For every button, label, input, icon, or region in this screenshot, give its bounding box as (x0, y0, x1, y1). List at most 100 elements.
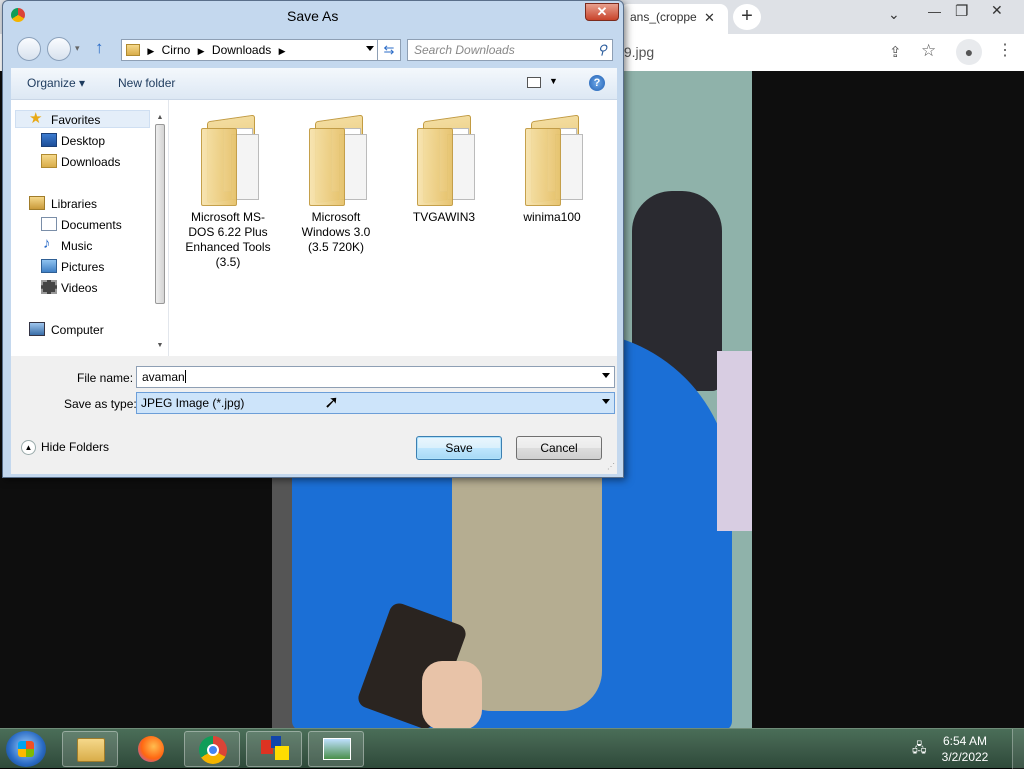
documents-icon (41, 217, 57, 231)
clock-date: 3/2/2022 (941, 750, 989, 764)
minimize-button[interactable]: — (928, 4, 941, 19)
view-icon[interactable] (527, 77, 541, 88)
scroll-down-icon[interactable]: ▼ (153, 342, 167, 352)
chevron-up-icon: ▲ (21, 440, 36, 456)
explorer-taskbar-button[interactable] (62, 731, 118, 767)
chevron-down-icon[interactable] (602, 373, 610, 378)
computer-icon (29, 322, 45, 336)
chevron-down-icon[interactable]: ⌄ (888, 6, 900, 23)
profile-icon[interactable]: ● (956, 39, 982, 65)
nav-label: Libraries (51, 197, 98, 211)
resize-grip-icon[interactable]: ⋰ (607, 462, 615, 471)
save-type-select[interactable]: JPEG Image (*.jpg) (136, 392, 615, 414)
folder-label: Microsoft Windows 3.0 (3.5 720K) (301, 210, 371, 254)
folder-icon (525, 110, 587, 206)
folder-label: Microsoft MS-DOS 6.22 Plus Enhanced Tool… (185, 210, 271, 269)
folder-item[interactable]: winima100 (507, 106, 597, 266)
chevron-down-icon[interactable]: ▾ (75, 43, 80, 54)
app-taskbar-button[interactable] (246, 731, 302, 767)
music-icon: ♪ (43, 235, 51, 252)
folder-label: TVGAWIN3 (412, 210, 476, 224)
menu-dots-icon[interactable]: ⋮ (997, 40, 1013, 60)
firefox-taskbar-button[interactable] (124, 731, 180, 767)
folder-icon (126, 44, 140, 56)
dialog-footer: File name: avaman Save as type: JPEG Ima… (11, 356, 617, 474)
dialog-body: ★ Favorites Desktop Downloads Libraries … (11, 100, 617, 356)
nav-label: Desktop (61, 134, 106, 148)
pictures-icon (41, 259, 57, 273)
help-icon[interactable]: ? (589, 75, 605, 91)
nav-label: Favorites (51, 113, 101, 127)
folder-icon (201, 110, 263, 206)
file-list: Microsoft MS-DOS 6.22 Plus Enhanced Tool… (171, 100, 617, 356)
cancel-button[interactable]: Cancel (516, 436, 602, 460)
taskbar: 🖧 6:54 AM 3/2/2022 (0, 728, 1024, 769)
nav-label: Music (61, 239, 93, 253)
chevron-down-icon[interactable] (366, 46, 374, 51)
firefox-icon (138, 736, 164, 762)
image-viewer-taskbar-button[interactable] (308, 731, 364, 767)
new-folder-button[interactable]: New folder (118, 76, 175, 90)
breadcrumb-item[interactable]: Downloads (212, 43, 271, 57)
nav-label: Downloads (61, 155, 121, 169)
folder-label: winima100 (523, 210, 581, 224)
mouse-cursor-icon: ➚ (324, 392, 340, 412)
explorer-icon (77, 738, 105, 762)
file-name-input[interactable]: avaman (136, 366, 615, 388)
dialog-title: Save As (287, 8, 339, 24)
nav-label: Videos (61, 281, 98, 295)
chrome-taskbar-button[interactable] (184, 731, 240, 767)
back-button[interactable] (17, 37, 41, 61)
folder-item[interactable]: Microsoft MS-DOS 6.22 Plus Enhanced Tool… (183, 106, 273, 269)
tab-label: ans_(croppe (630, 10, 697, 24)
navigation-pane: ★ Favorites Desktop Downloads Libraries … (11, 100, 169, 356)
breadcrumb-item[interactable]: Cirno (162, 43, 191, 57)
close-button[interactable]: ✕ (585, 3, 619, 21)
save-type-value: JPEG Image (*.jpg) (141, 396, 245, 410)
search-icon[interactable]: ⚲ (597, 42, 607, 58)
hide-folders-label: Hide Folders (41, 440, 110, 454)
nav-label: Documents (61, 218, 122, 232)
star-icon: ★ (29, 110, 43, 127)
search-input[interactable]: Search Downloads ⚲ (407, 39, 613, 61)
chevron-down-icon[interactable]: ▼ (549, 76, 558, 86)
scrollbar[interactable]: ▲ ▼ (153, 114, 167, 352)
libraries-icon (29, 196, 45, 210)
search-placeholder: Search Downloads (414, 43, 515, 57)
chevron-down-icon[interactable] (602, 399, 610, 404)
save-button[interactable]: Save (416, 436, 502, 460)
new-tab-button[interactable]: + (733, 4, 761, 30)
folder-icon (309, 110, 371, 206)
file-name-label: File name: (77, 371, 134, 385)
hide-folders-button[interactable]: ▲ Hide Folders (21, 440, 110, 456)
nav-label: Pictures (61, 260, 105, 274)
folder-item[interactable]: Microsoft Windows 3.0 (3.5 720K) (291, 106, 381, 266)
downloads-folder-icon (41, 154, 57, 168)
scrollbar-thumb[interactable] (155, 124, 165, 304)
navigation-bar: ▾ ↑ ▶ Cirno ▶ Downloads ▶ ⇆ Search Downl… (11, 35, 617, 65)
show-desktop-button[interactable] (1012, 729, 1024, 769)
forward-button[interactable] (47, 37, 71, 61)
clock-time: 6:54 AM (942, 734, 988, 748)
up-arrow-icon[interactable]: ↑ (95, 38, 104, 58)
share-icon[interactable]: ⇪ (889, 43, 902, 61)
organize-button[interactable]: Organize ▾ (27, 76, 85, 90)
refresh-button[interactable]: ⇆ (377, 39, 401, 61)
start-button[interactable] (6, 731, 46, 767)
window-close-button[interactable]: ✕ (991, 2, 1003, 19)
file-name-value: avaman (142, 370, 185, 384)
bookmark-star-icon[interactable]: ☆ (921, 41, 936, 61)
network-icon[interactable]: 🖧 (912, 739, 930, 755)
refresh-icon: ⇆ (383, 42, 395, 57)
folder-icon (417, 110, 479, 206)
nav-label: Computer (51, 323, 104, 337)
command-bar: Organize ▾ New folder ▼ ? (11, 68, 617, 100)
scroll-up-icon[interactable]: ▲ (153, 114, 167, 124)
chrome-icon (199, 736, 227, 764)
clock[interactable]: 6:54 AM 3/2/2022 (930, 733, 1000, 765)
breadcrumb[interactable]: ▶ Cirno ▶ Downloads ▶ (121, 39, 379, 61)
restore-button[interactable]: ❐ (955, 2, 968, 20)
folder-item[interactable]: TVGAWIN3 (399, 106, 489, 266)
tab-close-icon[interactable]: ✕ (704, 10, 715, 26)
desktop-icon (41, 133, 57, 147)
